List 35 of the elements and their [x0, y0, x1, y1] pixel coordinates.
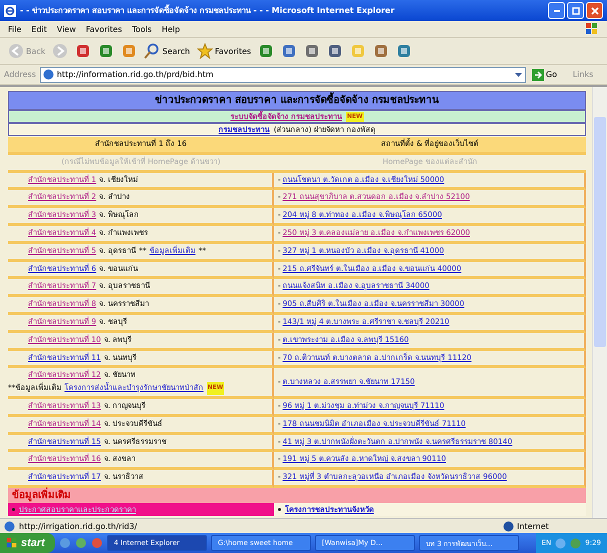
search-button[interactable]: Search [142, 42, 192, 60]
maximize-button[interactable] [567, 2, 584, 19]
menu-item[interactable]: Tools [132, 24, 152, 34]
scrollbar[interactable] [592, 87, 607, 518]
bullet-icon [278, 508, 281, 511]
address-field[interactable]: http://information.rid.go.th/prd/bid.htm [40, 66, 526, 82]
menu-item[interactable]: Help [162, 24, 180, 34]
quick-launch-icon[interactable] [58, 537, 71, 549]
minimize-icon [554, 10, 560, 12]
minimize-button[interactable] [548, 2, 565, 19]
close-icon [590, 6, 598, 14]
zone-text: Internet [517, 522, 549, 530]
section-heading: ข้อมูลเพิ่มเติม [8, 488, 586, 503]
menu-item[interactable]: Edit [31, 24, 47, 34]
windows-logo-icon [585, 22, 599, 36]
star-icon [196, 43, 213, 59]
window-title: - - ข่าวประกวดราคา สอบราคา และการจัดซื้อจัดจ้าง กรมชลประทาน - - - Microsoft Internet Explorer [20, 4, 396, 17]
go-arrow-icon [532, 68, 544, 80]
menu-item[interactable]: File [8, 24, 22, 34]
dropdown-arrow-icon [514, 70, 523, 79]
favorites-button[interactable]: Favorites [194, 42, 254, 60]
start-button[interactable]: start [0, 533, 55, 553]
quick-launch-icon[interactable] [74, 537, 87, 549]
status-url: http://irrigation.rid.go.th/rid3/ [19, 522, 138, 530]
search-icon [144, 43, 160, 59]
go-button[interactable]: Go [530, 68, 559, 80]
browser-icon [4, 4, 16, 16]
menu-item[interactable]: View [56, 24, 76, 34]
menu-item[interactable]: Favorites [86, 24, 122, 34]
bullet-icon [12, 508, 15, 511]
address-label: Address [4, 70, 36, 79]
maximize-icon [572, 6, 580, 14]
page-title: ข่าวประกวดราคา สอบราคา และการจัดซื้อจัดจ้าง กรมชลประทาน [8, 91, 586, 110]
windows-logo-icon [6, 537, 18, 549]
close-button[interactable] [586, 2, 603, 19]
